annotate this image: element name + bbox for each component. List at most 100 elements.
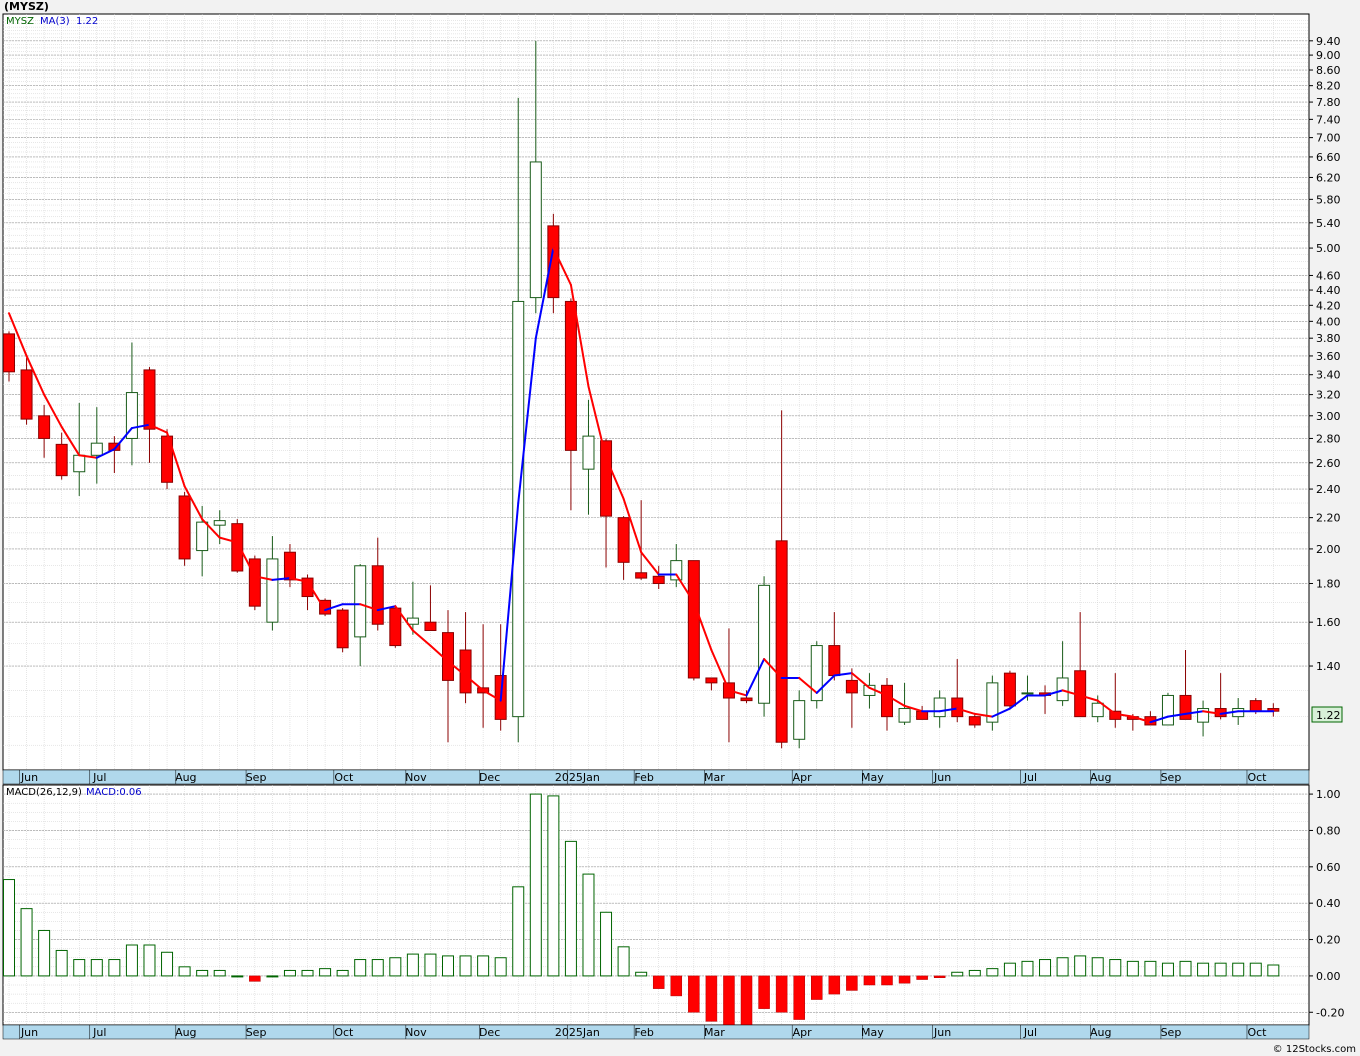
candle-down — [687, 560, 700, 681]
y-tick-label: 4.60 — [1316, 269, 1341, 282]
candle-body — [529, 161, 542, 299]
macd-bar-positive — [319, 968, 332, 977]
y-tick-label: 7.00 — [1316, 132, 1341, 145]
x-tick-label: Feb — [634, 771, 653, 784]
macd-bar-positive — [266, 975, 279, 978]
y-tick-label: 3.00 — [1316, 410, 1341, 423]
candle-body — [828, 645, 841, 677]
y-tick-label: 6.20 — [1316, 171, 1341, 184]
candle-body — [336, 609, 349, 649]
macd-bar-positive — [1197, 962, 1210, 977]
y-tick-label: 3.40 — [1316, 369, 1341, 382]
candle-body — [283, 551, 296, 581]
candle-body — [582, 435, 595, 470]
x-tick-label: Apr — [793, 771, 813, 784]
price-legend: MYSZ MA(3) 1.22 — [6, 16, 98, 27]
x-tick-label: Aug — [175, 771, 196, 784]
y-tick-label: 0.80 — [1316, 824, 1341, 837]
x-tick-label: Nov — [405, 1026, 427, 1039]
candle-body — [564, 300, 577, 451]
macd-bar-negative — [846, 975, 858, 991]
macd-bar-negative — [740, 975, 753, 1026]
candle-body — [1056, 677, 1069, 702]
macd-bar-positive — [951, 971, 964, 977]
x-tick-label: Mar — [704, 771, 725, 784]
candle-body — [1003, 672, 1016, 707]
macd-bar-positive — [547, 795, 560, 977]
candle-up — [986, 675, 999, 731]
macd-bar-positive — [459, 955, 472, 977]
macd-bar-negative — [652, 975, 665, 989]
x-tick-label: Apr — [793, 1026, 813, 1039]
macd-bar-negative — [898, 975, 911, 984]
x-tick-label: Jun — [20, 1026, 38, 1039]
macd-bar-positive — [371, 959, 384, 977]
x-tick-label: Aug — [175, 1026, 196, 1039]
y-tick-label: 8.20 — [1316, 80, 1341, 93]
macd-bar-positive — [1091, 957, 1104, 977]
x-tick-label: Sep — [246, 771, 267, 784]
price-y-axis: 1.40 1.60 1.80 2.00 2.20 2.40 2.60 2.80 3.00 3.20… — [1309, 35, 1341, 673]
y-tick-label: 1.60 — [1316, 616, 1341, 629]
x-tick-label: Jul — [92, 771, 106, 784]
candle-down — [1003, 670, 1016, 709]
y-tick-label: 9.00 — [1316, 49, 1341, 62]
macd-bar-positive — [564, 840, 577, 977]
macd-bar-positive — [968, 969, 981, 977]
macd-bar-positive — [73, 959, 86, 977]
candle-body — [55, 443, 68, 477]
macd-bar-positive — [196, 969, 209, 977]
candle-body — [389, 607, 402, 647]
macd-bar-negative — [670, 975, 683, 997]
x-tick-label: Feb — [634, 1026, 653, 1039]
candle-body — [1249, 700, 1262, 712]
y-tick-label: 4.00 — [1316, 315, 1341, 328]
x-tick-label: Sep — [1161, 771, 1182, 784]
candle-body — [652, 575, 665, 585]
y-tick-label: 0.60 — [1316, 861, 1341, 874]
candle-body — [3, 333, 15, 373]
candle-up — [1161, 692, 1174, 726]
macd-bar-positive — [1126, 960, 1139, 977]
y-tick-label: 1.00 — [1316, 788, 1341, 801]
macd-bar-positive — [442, 955, 454, 977]
macd-bar-positive — [582, 873, 595, 977]
legend-macd-value: MACD:0.06 — [86, 787, 142, 798]
macd-bar-positive — [617, 946, 630, 977]
legend-ma-value: 1.22 — [76, 16, 98, 27]
macd-bar-negative — [688, 975, 700, 1013]
candle-body — [196, 521, 209, 552]
x-tick-label: May — [861, 1026, 884, 1039]
x-tick-label: Oct — [334, 771, 354, 784]
candle-body — [951, 697, 964, 718]
candle-body — [406, 617, 419, 625]
macd-bar-positive — [424, 953, 437, 977]
candle-body — [881, 684, 893, 718]
macd-bar-positive — [1144, 960, 1157, 977]
macd-bar-positive — [389, 957, 402, 977]
candle-down — [336, 608, 349, 653]
macd-bar-negative — [881, 975, 893, 986]
macd-bar-positive — [55, 949, 68, 977]
macd-bar-positive — [600, 911, 613, 977]
y-tick-label: 2.00 — [1316, 543, 1341, 556]
macd-bar-negative — [723, 975, 735, 1026]
macd-bar-positive — [38, 929, 51, 977]
macd-bar-positive — [125, 944, 138, 977]
y-tick-label: 3.20 — [1316, 389, 1341, 402]
x-tick-label: Jun — [933, 771, 951, 784]
macd-bar-positive — [1267, 964, 1280, 977]
candle-body — [845, 679, 858, 694]
x-tick-label: Jun — [20, 771, 38, 784]
chart-title: (MYSZ) — [4, 0, 49, 13]
macd-bar-positive — [1161, 962, 1174, 977]
candle-body — [600, 440, 613, 517]
macd-legend: MACD(26,12,9) MACD:0.06 — [6, 787, 142, 798]
macd-bar-negative — [775, 975, 788, 1013]
candle-body — [968, 716, 981, 726]
macd-bar-positive — [1003, 962, 1016, 977]
macd-y-axis: -0.20 0.00 0.20 0.40 0.60 0.80 1.00 — [1309, 788, 1344, 1019]
candle-body — [213, 520, 226, 526]
candle-body — [20, 369, 33, 420]
candle-body — [90, 442, 103, 456]
